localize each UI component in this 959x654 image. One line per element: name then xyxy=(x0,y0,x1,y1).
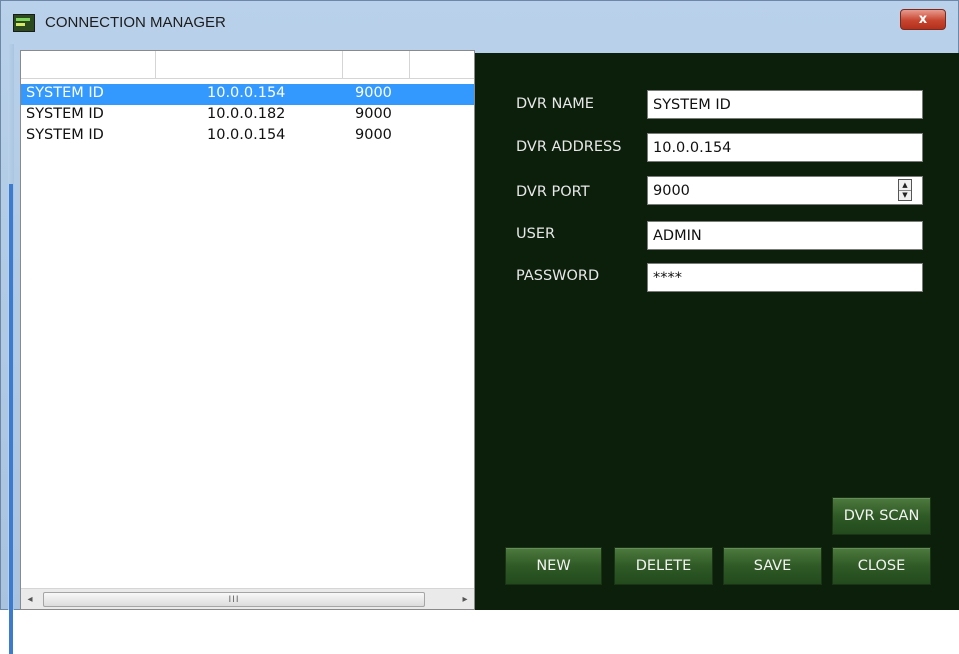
item-port: 9000 xyxy=(355,127,392,143)
scroll-left-icon[interactable]: ◂ xyxy=(21,589,39,609)
close-button[interactable]: CLOSE xyxy=(832,547,931,585)
dvr-name-label: DVR NAME xyxy=(516,96,594,112)
close-icon: x xyxy=(918,12,928,27)
item-port: 9000 xyxy=(355,106,392,122)
window-close-button[interactable]: x xyxy=(900,9,946,30)
password-label: PASSWORD xyxy=(516,268,600,284)
title-bar[interactable]: CONNECTION MANAGER x xyxy=(1,1,958,45)
list-header xyxy=(21,51,474,79)
spin-down-icon[interactable]: ▼ xyxy=(899,190,911,200)
column-header[interactable] xyxy=(343,51,410,78)
dvr-address-label: DVR ADDRESS xyxy=(516,139,622,155)
list-item[interactable]: SYSTEM ID 10.0.0.182 9000 xyxy=(21,105,474,126)
column-header[interactable] xyxy=(21,51,156,78)
password-field[interactable] xyxy=(647,263,923,292)
dvr-port-label: DVR PORT xyxy=(516,184,590,200)
item-port: 9000 xyxy=(355,85,392,101)
column-header[interactable] xyxy=(156,51,343,78)
dvr-port-field[interactable] xyxy=(647,176,923,205)
grip-icon: III xyxy=(228,594,240,605)
dvr-detail-panel: DVR NAME DVR ADDRESS DVR PORT ▲ ▼ USER P… xyxy=(475,53,959,610)
user-label: USER xyxy=(516,226,556,242)
item-name: SYSTEM ID xyxy=(26,85,104,101)
horizontal-scrollbar[interactable]: ◂ III ▸ xyxy=(21,588,474,609)
item-name: SYSTEM ID xyxy=(26,106,104,122)
window-title: CONNECTION MANAGER xyxy=(45,14,226,31)
left-edge-strip xyxy=(8,44,14,654)
dvr-list[interactable]: SYSTEM ID 10.0.0.154 9000 SYSTEM ID 10.0… xyxy=(20,50,475,610)
new-button[interactable]: NEW xyxy=(505,547,602,585)
list-item[interactable]: SYSTEM ID 10.0.0.154 9000 xyxy=(21,84,474,105)
item-address: 10.0.0.182 xyxy=(207,106,286,122)
dvr-name-field[interactable] xyxy=(647,90,923,119)
dvr-address-field[interactable] xyxy=(647,133,923,162)
dvr-scan-button[interactable]: DVR SCAN xyxy=(832,497,931,535)
port-spinner[interactable]: ▲ ▼ xyxy=(898,179,912,201)
save-button[interactable]: SAVE xyxy=(723,547,822,585)
list-rows: SYSTEM ID 10.0.0.154 9000 SYSTEM ID 10.0… xyxy=(21,84,474,147)
column-header[interactable] xyxy=(410,51,474,78)
item-address: 10.0.0.154 xyxy=(207,127,286,143)
item-name: SYSTEM ID xyxy=(26,127,104,143)
app-icon xyxy=(13,14,35,32)
delete-button[interactable]: DELETE xyxy=(614,547,713,585)
item-address: 10.0.0.154 xyxy=(207,85,286,101)
user-field[interactable] xyxy=(647,221,923,250)
list-item[interactable]: SYSTEM ID 10.0.0.154 9000 xyxy=(21,126,474,147)
scroll-right-icon[interactable]: ▸ xyxy=(456,589,474,609)
scroll-thumb[interactable]: III xyxy=(43,592,425,607)
